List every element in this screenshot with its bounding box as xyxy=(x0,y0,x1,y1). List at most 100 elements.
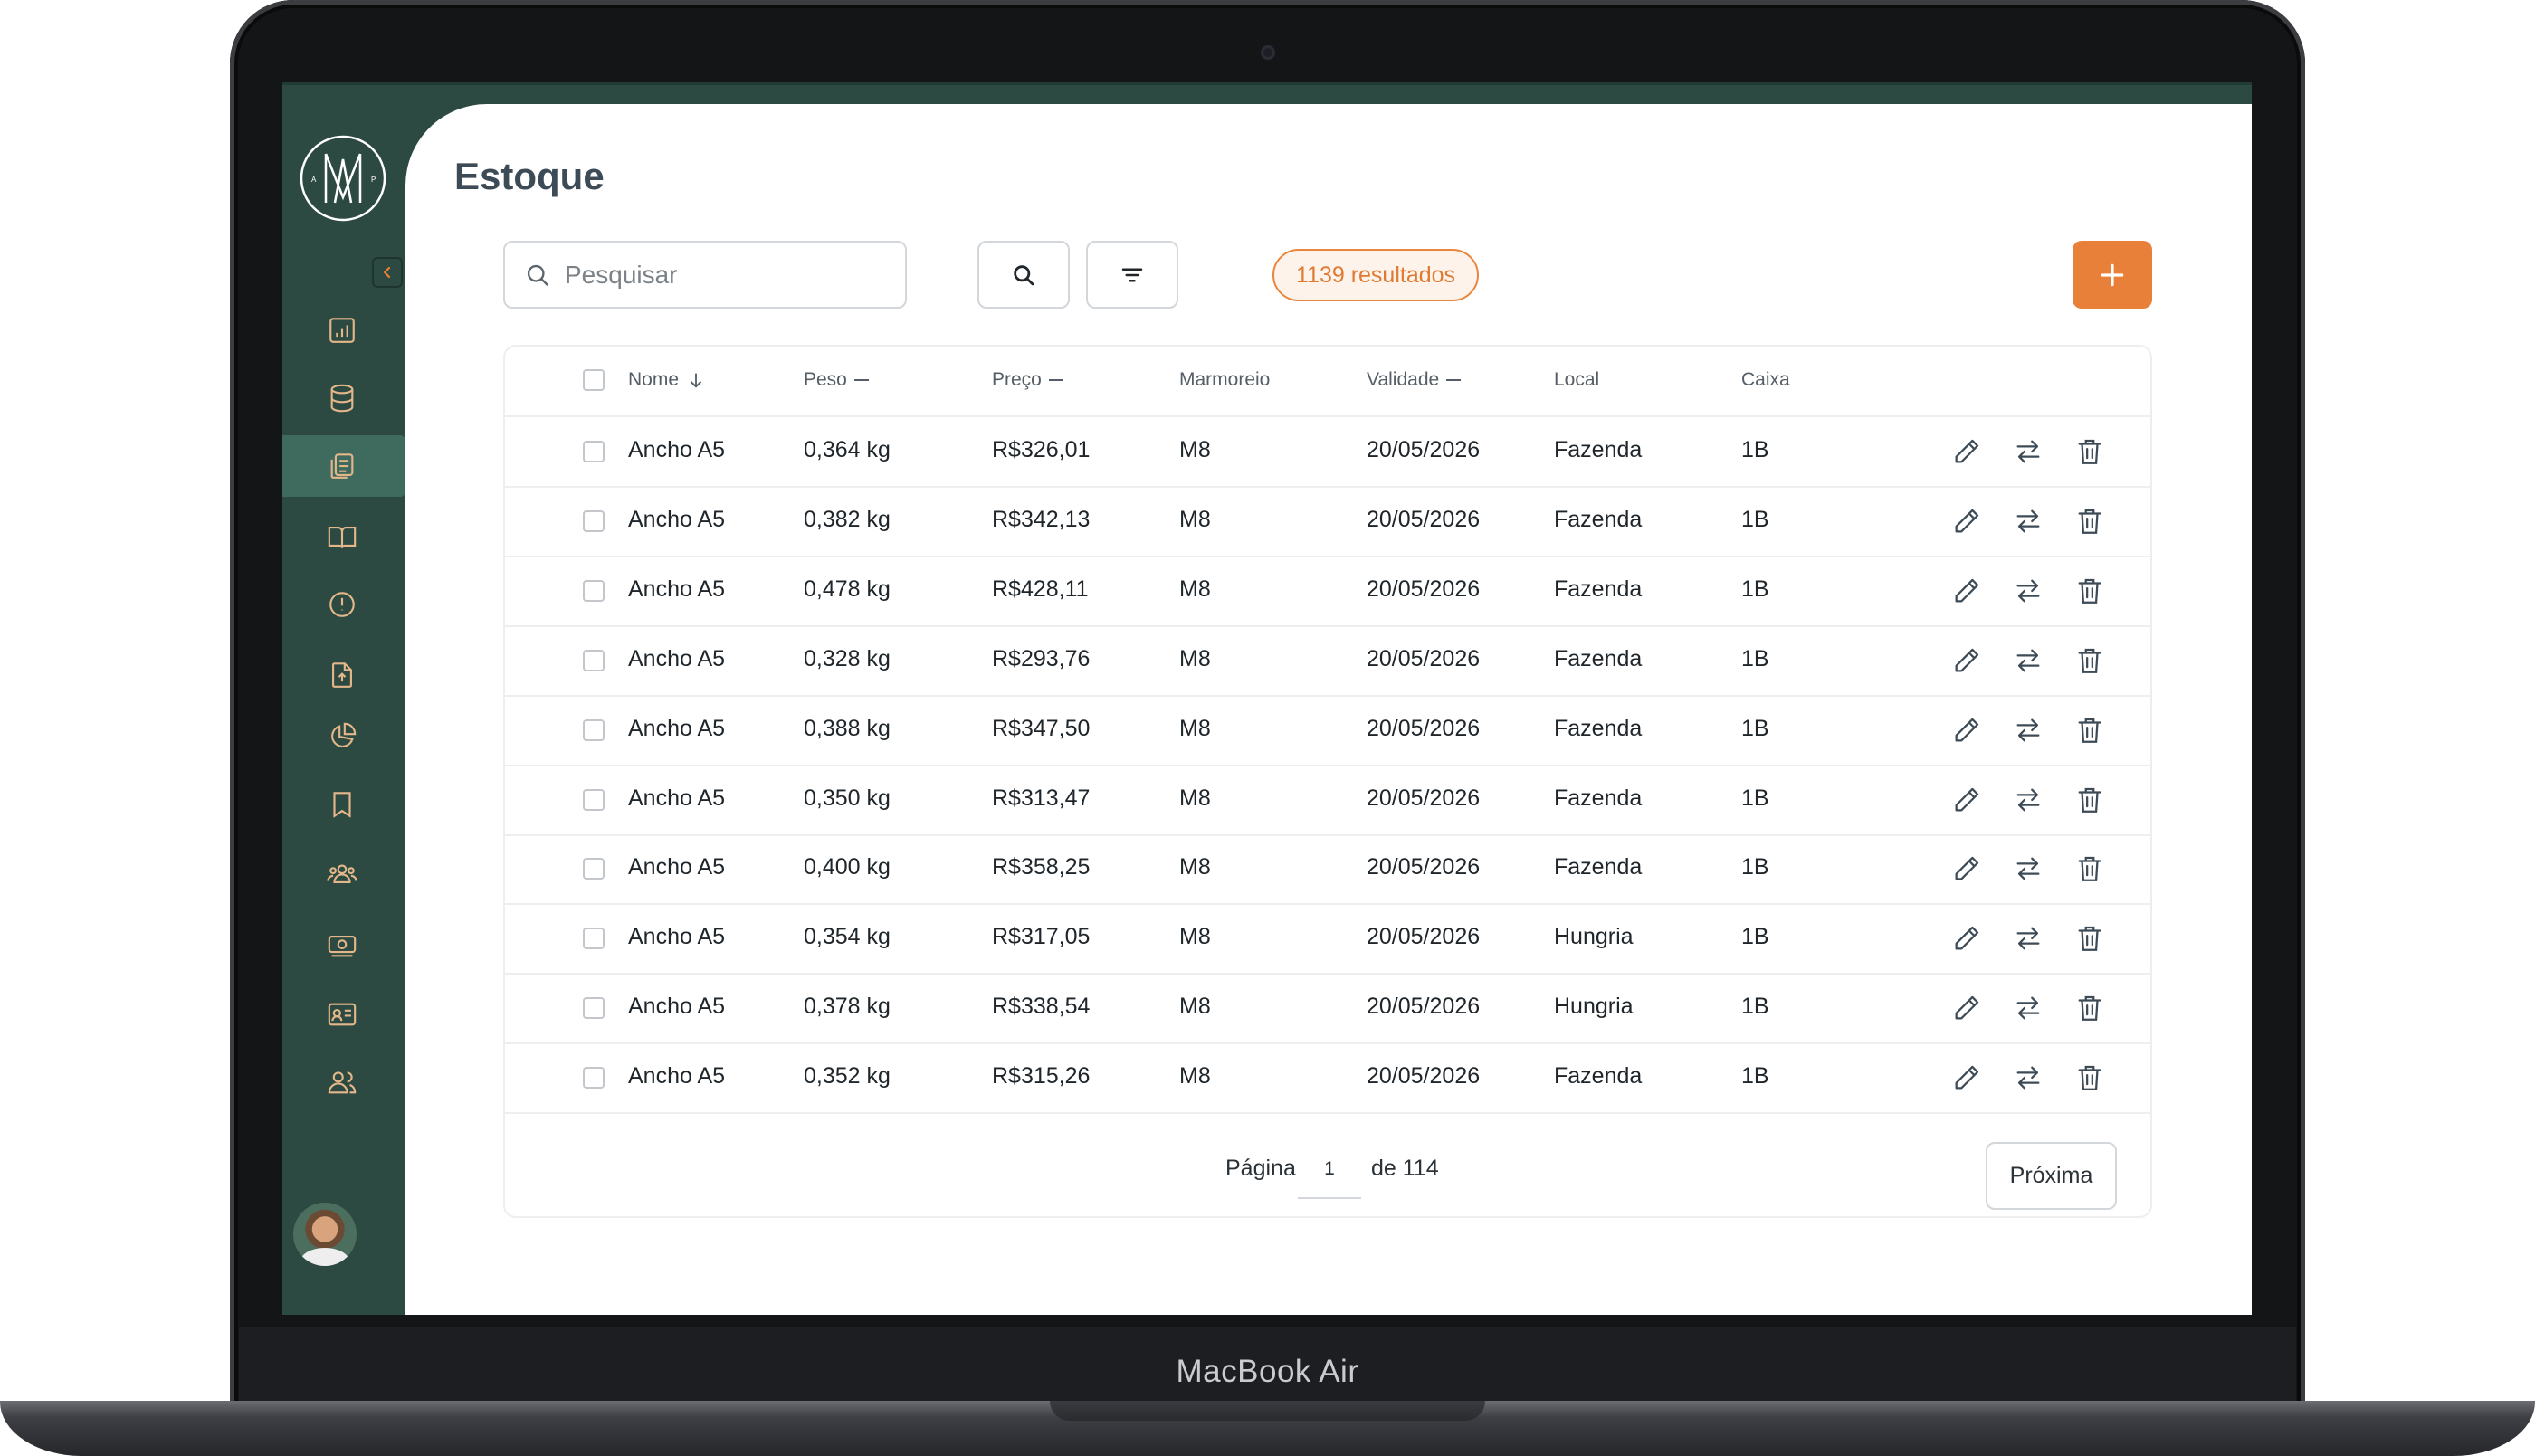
cell-validade: 20/05/2026 xyxy=(1367,715,1481,741)
sidebar-item-database[interactable] xyxy=(324,380,360,416)
column-header-nome[interactable]: Nome xyxy=(628,369,706,391)
table-row[interactable]: Ancho A5 0,328 kg R$293,76 M8 20/05/2026… xyxy=(505,626,2150,697)
delete-button[interactable] xyxy=(2072,920,2108,956)
column-header-marmoreio[interactable]: Marmoreio xyxy=(1179,369,1270,391)
row-checkbox[interactable] xyxy=(583,579,605,602)
cell-validade: 20/05/2026 xyxy=(1367,854,1481,880)
row-checkbox[interactable] xyxy=(583,509,605,532)
row-checkbox[interactable] xyxy=(583,441,605,462)
delete-button[interactable] xyxy=(2072,573,2108,609)
edit-button[interactable] xyxy=(1949,573,1985,609)
app-screen: A P Estoque Pesquisar 1139 resultados No… xyxy=(282,82,2252,1315)
transfer-button[interactable] xyxy=(2010,782,2046,818)
delete-button[interactable] xyxy=(2072,990,2108,1026)
sidebar-item-alerts[interactable] xyxy=(324,586,360,623)
row-checkbox[interactable] xyxy=(583,1067,605,1090)
delete-button[interactable] xyxy=(2072,851,2108,887)
cell-nome: Ancho A5 xyxy=(628,437,726,462)
next-page-button[interactable]: Próxima xyxy=(1986,1142,2117,1210)
cell-nome: Ancho A5 xyxy=(628,1063,726,1090)
table-row[interactable]: Ancho A5 0,478 kg R$428,11 M8 20/05/2026… xyxy=(505,557,2150,627)
sort-dash-icon xyxy=(1048,379,1063,381)
transfer-button[interactable] xyxy=(2010,990,2046,1026)
column-header-preco[interactable]: Preço xyxy=(992,369,1063,391)
delete-button[interactable] xyxy=(2072,712,2108,748)
sidebar-item-team[interactable] xyxy=(324,855,360,891)
search-input[interactable] xyxy=(563,259,892,290)
sidebar-item-users[interactable] xyxy=(324,1064,360,1100)
pencil-icon xyxy=(1955,857,1979,880)
row-checkbox[interactable] xyxy=(583,997,605,1020)
delete-button[interactable] xyxy=(2072,433,2108,470)
cell-nome: Ancho A5 xyxy=(628,785,726,811)
cell-validade: 20/05/2026 xyxy=(1367,576,1481,602)
search-field[interactable] xyxy=(503,241,907,309)
column-header-local[interactable]: Local xyxy=(1554,369,1599,391)
delete-button[interactable] xyxy=(2072,642,2108,679)
sidebar-item-saved[interactable] xyxy=(324,786,360,823)
row-checkbox[interactable] xyxy=(583,649,605,671)
cell-nome: Ancho A5 xyxy=(628,576,726,602)
edit-button[interactable] xyxy=(1949,433,1985,470)
sidebar-item-finance[interactable] xyxy=(324,928,360,964)
cell-local: Fazenda xyxy=(1554,645,1643,671)
row-checkbox[interactable] xyxy=(583,928,605,950)
transfer-button[interactable] xyxy=(2010,433,2046,470)
edit-button[interactable] xyxy=(1949,851,1985,887)
table-row[interactable]: Ancho A5 0,378 kg R$338,54 M8 20/05/2026… xyxy=(505,974,2150,1045)
page-number-input[interactable] xyxy=(1298,1141,1361,1199)
edit-button[interactable] xyxy=(1949,642,1985,679)
cell-caixa: 1B xyxy=(1741,854,1769,880)
table-row[interactable]: Ancho A5 0,382 kg R$342,13 M8 20/05/2026… xyxy=(505,487,2150,557)
transfer-button[interactable] xyxy=(2010,920,2046,956)
cell-peso: 0,400 kg xyxy=(804,854,891,880)
row-checkbox[interactable] xyxy=(583,718,605,741)
delete-button[interactable] xyxy=(2072,1060,2108,1096)
edit-button[interactable] xyxy=(1949,990,1985,1026)
table-row[interactable]: Ancho A5 0,350 kg R$313,47 M8 20/05/2026… xyxy=(505,766,2150,836)
row-checkbox[interactable] xyxy=(583,788,605,811)
edit-button[interactable] xyxy=(1949,920,1985,956)
transfer-button[interactable] xyxy=(2010,503,2046,539)
transfer-button[interactable] xyxy=(2010,642,2046,679)
transfer-button[interactable] xyxy=(2010,712,2046,748)
table-row[interactable]: Ancho A5 0,388 kg R$347,50 M8 20/05/2026… xyxy=(505,696,2150,766)
column-header-peso[interactable]: Peso xyxy=(804,369,869,391)
filter-button[interactable] xyxy=(1086,241,1178,309)
sidebar-item-catalog[interactable] xyxy=(324,519,360,555)
sidebar-item-reports[interactable] xyxy=(324,718,360,755)
delete-button[interactable] xyxy=(2072,503,2108,539)
select-all-checkbox[interactable] xyxy=(583,369,605,391)
table-row[interactable]: Ancho A5 0,400 kg R$358,25 M8 20/05/2026… xyxy=(505,834,2150,906)
sidebar-item-upload[interactable] xyxy=(324,657,360,693)
column-header-caixa[interactable]: Caixa xyxy=(1741,369,1790,391)
collapse-sidebar-button[interactable] xyxy=(372,257,403,288)
column-header-validade[interactable]: Validade xyxy=(1367,369,1462,391)
sidebar-item-dashboard[interactable] xyxy=(324,312,360,348)
edit-button[interactable] xyxy=(1949,782,1985,818)
edit-button[interactable] xyxy=(1949,503,1985,539)
edit-button[interactable] xyxy=(1949,712,1985,748)
delete-button[interactable] xyxy=(2072,782,2108,818)
transfer-button[interactable] xyxy=(2010,573,2046,609)
row-checkbox[interactable] xyxy=(583,858,605,880)
cell-marmoreio: M8 xyxy=(1179,715,1211,741)
add-item-button[interactable] xyxy=(2073,241,2152,309)
table-row[interactable]: Ancho A5 0,354 kg R$317,05 M8 20/05/2026… xyxy=(505,904,2150,975)
user-avatar[interactable] xyxy=(293,1203,357,1266)
search-button[interactable] xyxy=(977,241,1070,309)
sidebar-item-estoque[interactable] xyxy=(324,448,360,484)
transfer-button[interactable] xyxy=(2010,851,2046,887)
table-row[interactable]: Ancho A5 0,364 kg R$326,01 M8 20/05/2026… xyxy=(505,417,2150,488)
transfer-button[interactable] xyxy=(2010,1060,2046,1096)
cell-preco: R$358,25 xyxy=(992,854,1091,880)
table-row[interactable]: Ancho A5 0,352 kg R$315,26 M8 20/05/2026… xyxy=(505,1043,2150,1115)
book-open-icon xyxy=(328,527,357,548)
cell-preco: R$428,11 xyxy=(992,576,1089,602)
brand-logo-icon[interactable]: A P xyxy=(299,134,387,223)
sidebar-item-contacts[interactable] xyxy=(324,996,360,1033)
table-header: Nome Peso Preço Marmoreio Validade Local xyxy=(505,347,2150,417)
edit-button[interactable] xyxy=(1949,1060,1985,1096)
cell-nome: Ancho A5 xyxy=(628,854,726,880)
alert-circle-icon xyxy=(329,592,355,617)
